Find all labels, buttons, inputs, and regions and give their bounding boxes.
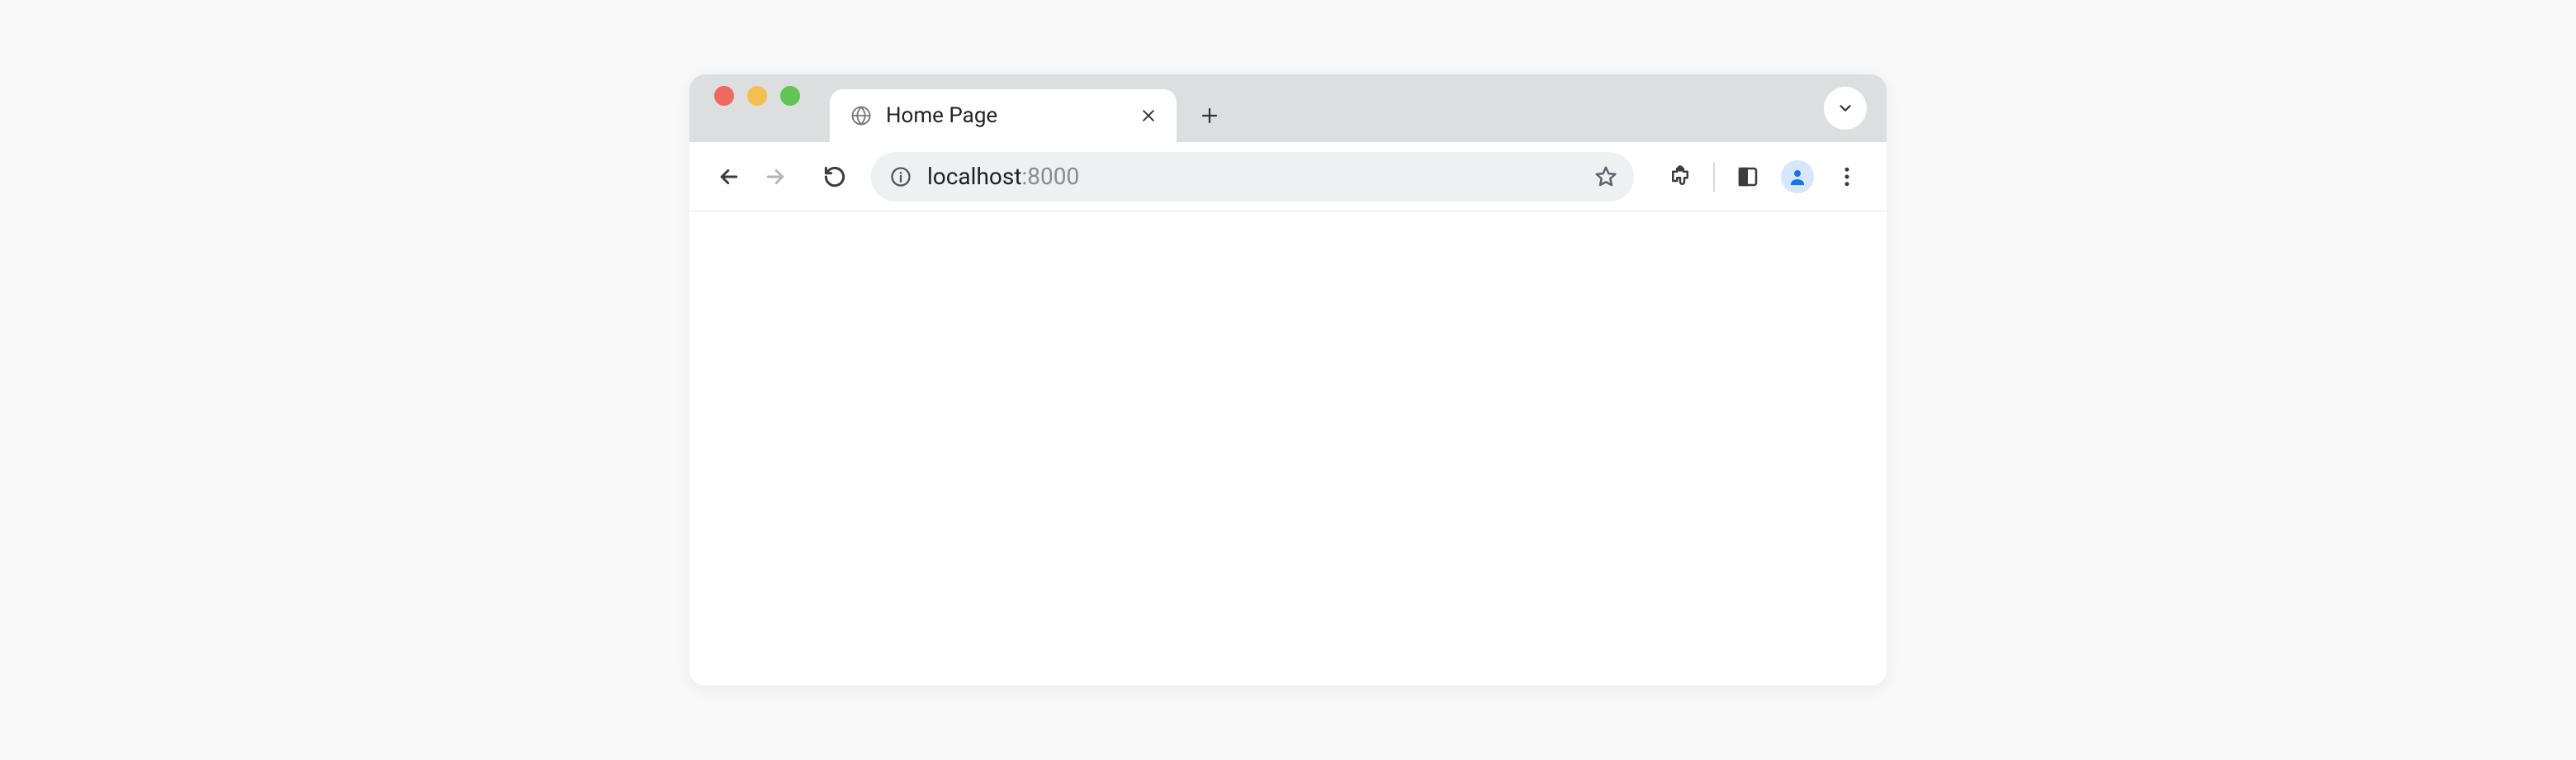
url-host: localhost <box>927 163 1021 190</box>
url-text: localhost:8000 <box>927 163 1578 190</box>
kebab-menu-icon[interactable] <box>1827 157 1867 197</box>
toolbar-right-actions <box>1660 157 1867 197</box>
page-viewport <box>689 211 1887 686</box>
toolbar: localhost:8000 <box>689 142 1887 211</box>
toolbar-divider <box>1713 162 1715 192</box>
forward-button[interactable] <box>755 157 795 197</box>
back-button[interactable] <box>709 157 749 197</box>
profile-avatar[interactable] <box>1781 160 1814 193</box>
browser-window: Home Page <box>689 74 1887 686</box>
globe-icon <box>850 104 873 127</box>
site-info-icon[interactable] <box>888 164 914 190</box>
new-tab-button[interactable] <box>1186 93 1233 139</box>
browser-tab[interactable]: Home Page <box>830 89 1177 142</box>
window-minimize-button[interactable] <box>747 86 767 106</box>
tab-close-button[interactable] <box>1137 104 1160 127</box>
tab-strip: Home Page <box>689 74 1887 142</box>
extensions-icon[interactable] <box>1660 157 1700 197</box>
address-bar[interactable]: localhost:8000 <box>871 152 1634 202</box>
url-port: :8000 <box>1021 163 1079 190</box>
window-close-button[interactable] <box>714 86 734 106</box>
window-fullscreen-button[interactable] <box>780 86 800 106</box>
reload-button[interactable] <box>815 157 855 197</box>
tab-title: Home Page <box>886 103 1124 128</box>
window-controls <box>714 74 800 142</box>
side-panel-icon[interactable] <box>1728 157 1768 197</box>
tabs-menu-button[interactable] <box>1824 87 1867 130</box>
bookmark-star-icon[interactable] <box>1591 162 1621 192</box>
